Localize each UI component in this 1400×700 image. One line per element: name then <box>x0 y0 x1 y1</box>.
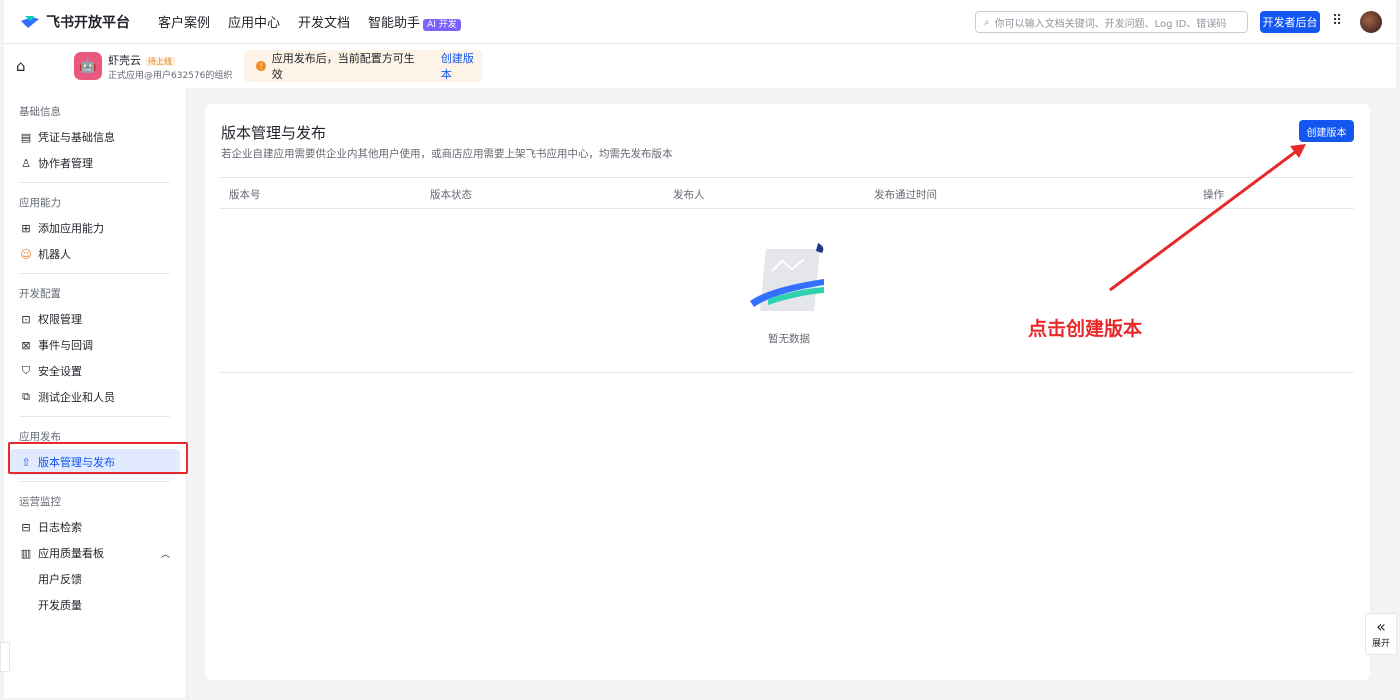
double-chevron-left-icon: « <box>1366 617 1396 636</box>
annotation-arrow <box>0 0 1400 700</box>
expand-label: 展开 <box>1366 636 1396 649</box>
annotation-text: 点击创建版本 <box>1028 314 1142 341</box>
side-feedback-tab[interactable] <box>0 642 10 672</box>
expand-button[interactable]: « 展开 <box>1365 613 1397 655</box>
